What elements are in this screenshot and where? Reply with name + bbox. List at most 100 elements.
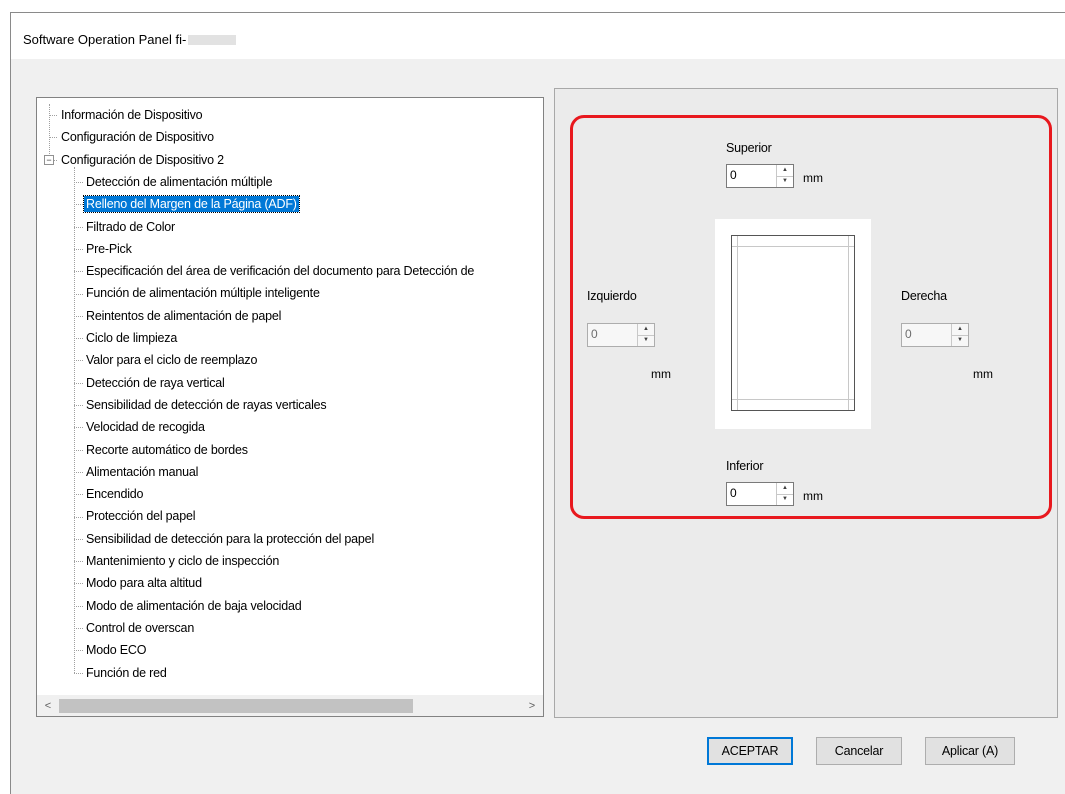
tree-setting-item[interactable]: Velocidad de recogida (84, 416, 207, 438)
tree-setting-item[interactable]: Pre-Pick (84, 238, 134, 260)
tree-setting-item[interactable]: Relleno del Margen de la Página (ADF) (83, 193, 300, 215)
tree-item-label: Relleno del Margen de la Página (ADF) (83, 195, 300, 214)
tree-item-label: Alimentación manual (86, 464, 199, 479)
tree-branch-line (74, 315, 83, 317)
tree-setting-item[interactable]: Función de red (84, 662, 169, 684)
tree-item-label: Modo ECO (86, 643, 147, 658)
tree-branch-line (74, 628, 83, 630)
tree-item-label: Configuración de Dispositivo (61, 130, 214, 145)
right-margin-label: Derecha (901, 289, 947, 303)
tree-setting-item[interactable]: Ciclo de limpieza (84, 327, 179, 349)
tree-item-label: Función de alimentación múltiple intelig… (86, 286, 320, 301)
tree-item-label: Mantenimiento y ciclo de inspección (86, 554, 280, 568)
tree-branch-line (74, 471, 83, 473)
spin-down-icon[interactable]: ▼ (952, 335, 968, 346)
scroll-right-arrow-icon[interactable]: > (523, 696, 541, 716)
spin-down-icon[interactable]: ▼ (777, 494, 793, 505)
tree-category-item[interactable]: Configuración de Dispositivo (59, 126, 216, 148)
settings-tree[interactable]: Información de Dispositivo Configuración … (36, 97, 544, 717)
apply-button[interactable]: Aplicar (A) (925, 737, 1015, 765)
bottom-margin-unit: mm (803, 489, 823, 503)
right-margin-unit: mm (973, 367, 993, 381)
tree-branch-line (74, 248, 83, 250)
left-margin-value[interactable]: 0 (591, 327, 598, 341)
tree-category-item[interactable]: Información de Dispositivo (59, 104, 204, 126)
tree-item-label: Función de red (86, 665, 167, 680)
tree-branch-line (74, 360, 83, 362)
tree-item-label: Información de Dispositivo (61, 108, 203, 122)
page-sheet (731, 235, 855, 411)
collapse-icon[interactable]: − (44, 154, 54, 165)
top-margin-unit: mm (803, 171, 823, 185)
top-margin-spinner[interactable]: 0 ▲ ▼ (726, 164, 794, 188)
tree-setting-item[interactable]: Modo de alimentación de baja velocidad (84, 595, 303, 617)
margin-settings-panel: Superior 0 ▲ ▼ mm Izquierdo 0 ▲ ▼ mm Der… (554, 88, 1058, 718)
tree-item-label: Detección de raya vertical (86, 375, 225, 390)
tree-setting-item[interactable]: Modo para alta altitud (84, 572, 204, 594)
tree-branch-line (74, 293, 83, 295)
dialog-window: Software Operation Panel fi- Información… (10, 12, 1065, 794)
tree-item-label: Especificación del área de verificación … (86, 264, 475, 279)
bottom-margin-spinner[interactable]: 0 ▲ ▼ (726, 482, 794, 506)
top-margin-value[interactable]: 0 (730, 168, 737, 182)
title-bar: Software Operation Panel fi- (11, 13, 1065, 59)
tree-setting-item[interactable]: Protección del papel (84, 505, 197, 527)
spin-down-icon[interactable]: ▼ (777, 176, 793, 187)
tree-item-label: Control de overscan (86, 620, 195, 635)
tree-item-label: Velocidad de recogida (86, 420, 205, 435)
tree-setting-item[interactable]: Recorte automático de bordes (84, 439, 250, 461)
tree-setting-item[interactable]: Reintentos de alimentación de papel (84, 305, 283, 327)
spin-down-icon[interactable]: ▼ (638, 335, 654, 346)
cancel-button[interactable]: Cancelar (816, 737, 902, 765)
tree-setting-item[interactable]: Control de overscan (84, 617, 196, 639)
tree-category-item[interactable]: Configuración de Dispositivo 2 (59, 149, 226, 171)
tree-setting-item[interactable]: Modo ECO (84, 639, 148, 661)
tree-setting-item[interactable]: Detección de raya vertical (84, 372, 227, 394)
tree-item-label: Modo de alimentación de baja velocidad (86, 598, 302, 613)
tree-item-label: Encendido (86, 487, 144, 502)
tree-branch-line (74, 494, 83, 496)
tree-setting-item[interactable]: Encendido (84, 483, 145, 505)
tree-setting-item[interactable]: Sensibilidad de detección de rayas verti… (84, 394, 328, 416)
tree-root-connector (49, 104, 50, 160)
tree-item-label: Configuración de Dispositivo 2 (61, 152, 224, 167)
right-margin-spinner[interactable]: 0 ▲ ▼ (901, 323, 969, 347)
tree-item-label: Recorte automático de bordes (86, 442, 248, 457)
tree-setting-item[interactable]: Valor para el ciclo de reemplazo (84, 349, 259, 371)
tree-item-label: Filtrado de Color (86, 219, 176, 234)
top-margin-label: Superior (726, 141, 772, 155)
tree-item-label: Protección del papel (86, 509, 196, 524)
tree-setting-item[interactable]: Función de alimentación múltiple intelig… (84, 282, 322, 304)
tree-item-label: Reintentos de alimentación de papel (86, 308, 282, 323)
tree-item-label: Sensibilidad de detección de rayas verti… (86, 397, 327, 412)
tree-branch-line (74, 204, 83, 206)
scroll-left-arrow-icon[interactable]: < (39, 696, 57, 716)
horizontal-scrollbar[interactable]: < > (37, 695, 543, 716)
tree-branch-line (49, 137, 57, 139)
tree-branch-line (74, 427, 83, 429)
left-margin-spinner[interactable]: 0 ▲ ▼ (587, 323, 655, 347)
bottom-margin-label: Inferior (726, 459, 764, 473)
tree-setting-item[interactable]: Sensibilidad de detección para la protec… (84, 528, 376, 550)
tree-branch-line (74, 182, 83, 184)
tree-branch-line (74, 583, 83, 585)
tree-branch-line (74, 605, 83, 607)
right-margin-value[interactable]: 0 (905, 327, 912, 341)
tree-setting-item[interactable]: Mantenimiento y ciclo de inspección (84, 550, 281, 572)
window-title-text: Software Operation Panel fi- (23, 32, 187, 47)
top-margin-guide (732, 246, 854, 247)
tree-item-label: Valor para el ciclo de reemplazo (86, 353, 258, 368)
tree-branch-line (74, 449, 83, 451)
tree-item-label: Ciclo de limpieza (86, 331, 178, 345)
tree-item-label: Pre-Pick (86, 241, 132, 256)
tree-setting-item[interactable]: Especificación del área de verificación … (84, 260, 476, 282)
scrollbar-thumb[interactable] (59, 699, 413, 713)
tree-setting-item[interactable]: Detección de alimentación múltiple (84, 171, 274, 193)
bottom-margin-value[interactable]: 0 (730, 486, 737, 500)
tree-setting-item[interactable]: Filtrado de Color (84, 216, 177, 238)
page-preview (715, 219, 871, 429)
left-margin-guide (737, 236, 738, 410)
tree-setting-item[interactable]: Alimentación manual (84, 461, 200, 483)
ok-button[interactable]: ACEPTAR (707, 737, 793, 765)
bottom-margin-guide (732, 399, 854, 400)
